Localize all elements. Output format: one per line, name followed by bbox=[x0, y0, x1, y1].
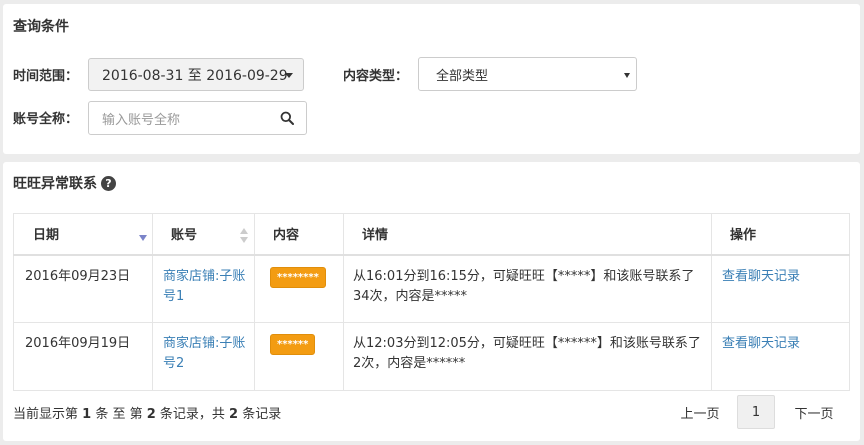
result-title-text: 旺旺异常联系 bbox=[13, 176, 97, 192]
table-info: 当前显示第 1 条 至 第 2 条记录，共 2 条记录 bbox=[13, 407, 282, 422]
caret-down-icon bbox=[285, 73, 293, 78]
query-panel: 查询条件 时间范围： 2016-08-31 至 2016-09-29 内容类型：… bbox=[3, 4, 860, 154]
query-panel-title: 查询条件 bbox=[13, 19, 69, 35]
column-header-account[interactable]: 账号 bbox=[152, 213, 255, 256]
cell-detail: 从12:03分到12:05分，可疑旺旺【******】和该账号联系了2次，内容是… bbox=[343, 322, 712, 391]
next-page-button[interactable]: 下一页 bbox=[784, 395, 844, 429]
help-icon[interactable]: ? bbox=[101, 175, 116, 191]
info-start: 1 bbox=[82, 407, 92, 422]
info-end: 2 bbox=[146, 407, 156, 422]
table-header-row: 日期 账号 内容 详情 操作 bbox=[13, 213, 850, 256]
account-link[interactable]: 商家店铺:子账号1 bbox=[152, 254, 255, 323]
account-link[interactable]: 商家店铺:子账号2 bbox=[152, 322, 255, 391]
cell-content: ******** bbox=[254, 254, 344, 323]
date-range-value: 2016-08-31 至 2016-09-29 bbox=[102, 67, 288, 84]
account-placeholder: 输入账号全称 bbox=[102, 112, 181, 128]
cell-date: 2016年09月19日 bbox=[13, 322, 153, 391]
column-header-detail: 详情 bbox=[343, 213, 712, 256]
column-header-content: 内容 bbox=[254, 213, 344, 256]
result-panel-title: 旺旺异常联系 ? bbox=[13, 173, 116, 193]
content-badge: ******** bbox=[270, 266, 326, 288]
content-badge: ****** bbox=[270, 334, 316, 355]
column-header-action: 操作 bbox=[711, 213, 850, 256]
prev-page-button[interactable]: 上一页 bbox=[670, 395, 730, 429]
content-type-select[interactable]: 全部类型 bbox=[418, 57, 637, 91]
search-icon[interactable] bbox=[280, 111, 294, 125]
table-row: 2016年09月19日 商家店铺:子账号2 ****** 从12:03分到12:… bbox=[13, 322, 850, 391]
view-chat-link[interactable]: 查看聊天记录 bbox=[711, 254, 850, 323]
account-search-input[interactable]: 输入账号全称 bbox=[88, 101, 307, 135]
page-1-button[interactable]: 1 bbox=[737, 395, 775, 429]
account-label: 账号全称： bbox=[13, 112, 79, 127]
column-header-date[interactable]: 日期 bbox=[13, 213, 153, 256]
time-range-label: 时间范围： bbox=[13, 69, 79, 84]
info-total: 2 bbox=[229, 407, 239, 422]
cell-date: 2016年09月23日 bbox=[13, 254, 153, 323]
content-type-value: 全部类型 bbox=[436, 68, 489, 84]
content-type-label: 内容类型： bbox=[343, 69, 409, 84]
date-range-picker[interactable]: 2016-08-31 至 2016-09-29 bbox=[88, 58, 304, 91]
sort-desc-icon bbox=[139, 235, 147, 241]
caret-down-icon bbox=[624, 73, 630, 78]
cell-detail: 从16:01分到16:15分，可疑旺旺【*****】和该账号联系了34次，内容是… bbox=[343, 254, 712, 323]
sort-icon bbox=[240, 228, 248, 244]
view-chat-link[interactable]: 查看聊天记录 bbox=[711, 322, 850, 391]
result-panel: 旺旺异常联系 ? 日期 账号 内容 详情 操作 2016年09月23日 商家店铺… bbox=[3, 162, 860, 441]
table-row: 2016年09月23日 商家店铺:子账号1 ******** 从16:01分到1… bbox=[13, 254, 850, 323]
result-table: 日期 账号 内容 详情 操作 2016年09月23日 商家店铺:子账号1 ***… bbox=[13, 213, 850, 391]
cell-content: ****** bbox=[254, 322, 344, 391]
